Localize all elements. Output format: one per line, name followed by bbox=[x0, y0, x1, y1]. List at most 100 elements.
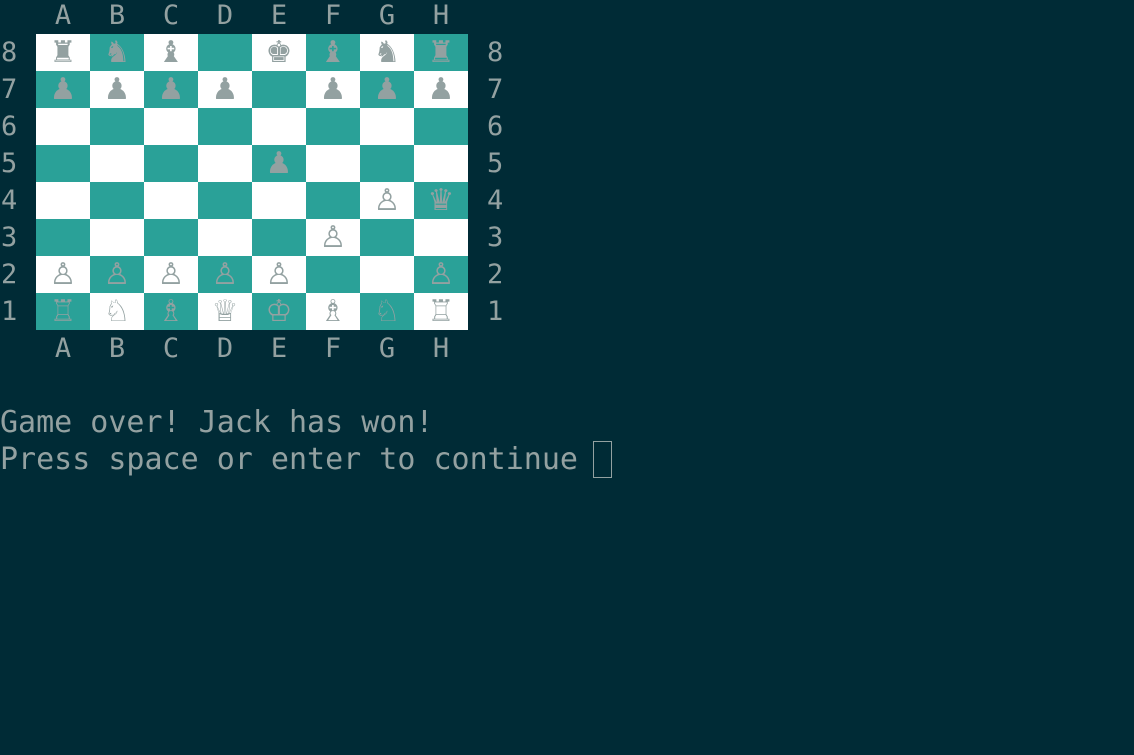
square-f2[interactable] bbox=[306, 256, 360, 293]
square-c6[interactable] bbox=[144, 108, 198, 145]
chess-board[interactable]: ♜ ♞ ♝ ♚ ♝ ♞ ♜ ♟ ♟ ♟ ♟ ♟ ♟ ♟ ♟ ♙ ♛ ♙ ♙ ♙ ♙ ♙ ♙ ♙ ♖ ♘ ♗ ♕ ♔ ♗ ♘ ♖ bbox=[36, 34, 468, 330]
square-b4[interactable] bbox=[90, 182, 144, 219]
black-rook-icon[interactable]: ♜ bbox=[428, 34, 455, 71]
square-c7[interactable]: ♟ bbox=[144, 71, 198, 108]
white-knight-icon[interactable]: ♘ bbox=[104, 293, 131, 330]
square-g6[interactable] bbox=[360, 108, 414, 145]
square-c3[interactable] bbox=[144, 219, 198, 256]
black-pawn-icon[interactable]: ♟ bbox=[104, 71, 131, 108]
square-h1[interactable]: ♖ bbox=[414, 293, 468, 330]
square-e2[interactable]: ♙ bbox=[252, 256, 306, 293]
square-g8[interactable]: ♞ bbox=[360, 34, 414, 71]
terminal-cursor[interactable] bbox=[593, 441, 612, 478]
square-h6[interactable] bbox=[414, 108, 468, 145]
square-a2[interactable]: ♙ bbox=[36, 256, 90, 293]
rank-label-3: 3 bbox=[1, 222, 18, 253]
square-a6[interactable] bbox=[36, 108, 90, 145]
black-king-icon[interactable]: ♚ bbox=[266, 34, 293, 71]
white-pawn-icon[interactable]: ♙ bbox=[374, 182, 401, 219]
square-h2[interactable]: ♙ bbox=[414, 256, 468, 293]
square-b2[interactable]: ♙ bbox=[90, 256, 144, 293]
square-a7[interactable]: ♟ bbox=[36, 71, 90, 108]
square-c5[interactable] bbox=[144, 145, 198, 182]
square-b6[interactable] bbox=[90, 108, 144, 145]
square-b3[interactable] bbox=[90, 219, 144, 256]
square-d6[interactable] bbox=[198, 108, 252, 145]
black-pawn-icon[interactable]: ♟ bbox=[212, 71, 239, 108]
square-b1[interactable]: ♘ bbox=[90, 293, 144, 330]
square-h4[interactable]: ♛ bbox=[414, 182, 468, 219]
black-pawn-icon[interactable]: ♟ bbox=[374, 71, 401, 108]
square-d7[interactable]: ♟ bbox=[198, 71, 252, 108]
white-bishop-icon[interactable]: ♗ bbox=[320, 293, 347, 330]
white-king-icon[interactable]: ♔ bbox=[266, 293, 293, 330]
square-a5[interactable] bbox=[36, 145, 90, 182]
white-rook-icon[interactable]: ♖ bbox=[50, 293, 77, 330]
white-pawn-icon[interactable]: ♙ bbox=[428, 256, 455, 293]
square-h8[interactable]: ♜ bbox=[414, 34, 468, 71]
square-g1[interactable]: ♘ bbox=[360, 293, 414, 330]
white-pawn-icon[interactable]: ♙ bbox=[50, 256, 77, 293]
square-h5[interactable] bbox=[414, 145, 468, 182]
square-g4[interactable]: ♙ bbox=[360, 182, 414, 219]
black-knight-icon[interactable]: ♞ bbox=[374, 34, 401, 71]
square-a8[interactable]: ♜ bbox=[36, 34, 90, 71]
square-d5[interactable] bbox=[198, 145, 252, 182]
square-f8[interactable]: ♝ bbox=[306, 34, 360, 71]
square-g3[interactable] bbox=[360, 219, 414, 256]
black-pawn-icon[interactable]: ♟ bbox=[428, 71, 455, 108]
square-d3[interactable] bbox=[198, 219, 252, 256]
black-pawn-icon[interactable]: ♟ bbox=[158, 71, 185, 108]
square-d8[interactable] bbox=[198, 34, 252, 71]
black-pawn-icon[interactable]: ♟ bbox=[320, 71, 347, 108]
white-queen-icon[interactable]: ♕ bbox=[212, 293, 239, 330]
square-b8[interactable]: ♞ bbox=[90, 34, 144, 71]
square-g2[interactable] bbox=[360, 256, 414, 293]
white-knight-icon[interactable]: ♘ bbox=[374, 293, 401, 330]
square-e5[interactable]: ♟ bbox=[252, 145, 306, 182]
white-pawn-icon[interactable]: ♙ bbox=[158, 256, 185, 293]
square-c2[interactable]: ♙ bbox=[144, 256, 198, 293]
black-knight-icon[interactable]: ♞ bbox=[104, 34, 131, 71]
square-f4[interactable] bbox=[306, 182, 360, 219]
square-a4[interactable] bbox=[36, 182, 90, 219]
square-e7[interactable] bbox=[252, 71, 306, 108]
square-e4[interactable] bbox=[252, 182, 306, 219]
square-h7[interactable]: ♟ bbox=[414, 71, 468, 108]
white-rook-icon[interactable]: ♖ bbox=[428, 293, 455, 330]
white-pawn-icon[interactable]: ♙ bbox=[104, 256, 131, 293]
black-pawn-icon[interactable]: ♟ bbox=[266, 145, 293, 182]
white-pawn-icon[interactable]: ♙ bbox=[266, 256, 293, 293]
square-a3[interactable] bbox=[36, 219, 90, 256]
square-f1[interactable]: ♗ bbox=[306, 293, 360, 330]
square-d4[interactable] bbox=[198, 182, 252, 219]
square-e3[interactable] bbox=[252, 219, 306, 256]
white-pawn-icon[interactable]: ♙ bbox=[320, 219, 347, 256]
black-rook-icon[interactable]: ♜ bbox=[50, 34, 77, 71]
square-b5[interactable] bbox=[90, 145, 144, 182]
square-b7[interactable]: ♟ bbox=[90, 71, 144, 108]
white-bishop-icon[interactable]: ♗ bbox=[158, 293, 185, 330]
white-pawn-icon[interactable]: ♙ bbox=[212, 256, 239, 293]
square-g5[interactable] bbox=[360, 145, 414, 182]
square-d2[interactable]: ♙ bbox=[198, 256, 252, 293]
black-bishop-icon[interactable]: ♝ bbox=[158, 34, 185, 71]
square-c8[interactable]: ♝ bbox=[144, 34, 198, 71]
square-d1[interactable]: ♕ bbox=[198, 293, 252, 330]
black-bishop-icon[interactable]: ♝ bbox=[320, 34, 347, 71]
square-h3[interactable] bbox=[414, 219, 468, 256]
square-f6[interactable] bbox=[306, 108, 360, 145]
rank-label-3: 3 bbox=[487, 222, 504, 253]
square-f7[interactable]: ♟ bbox=[306, 71, 360, 108]
square-c4[interactable] bbox=[144, 182, 198, 219]
black-queen-icon[interactable]: ♛ bbox=[428, 182, 455, 219]
square-f3[interactable]: ♙ bbox=[306, 219, 360, 256]
black-pawn-icon[interactable]: ♟ bbox=[50, 71, 77, 108]
square-e8[interactable]: ♚ bbox=[252, 34, 306, 71]
square-a1[interactable]: ♖ bbox=[36, 293, 90, 330]
square-g7[interactable]: ♟ bbox=[360, 71, 414, 108]
square-e6[interactable] bbox=[252, 108, 306, 145]
square-f5[interactable] bbox=[306, 145, 360, 182]
square-c1[interactable]: ♗ bbox=[144, 293, 198, 330]
square-e1[interactable]: ♔ bbox=[252, 293, 306, 330]
